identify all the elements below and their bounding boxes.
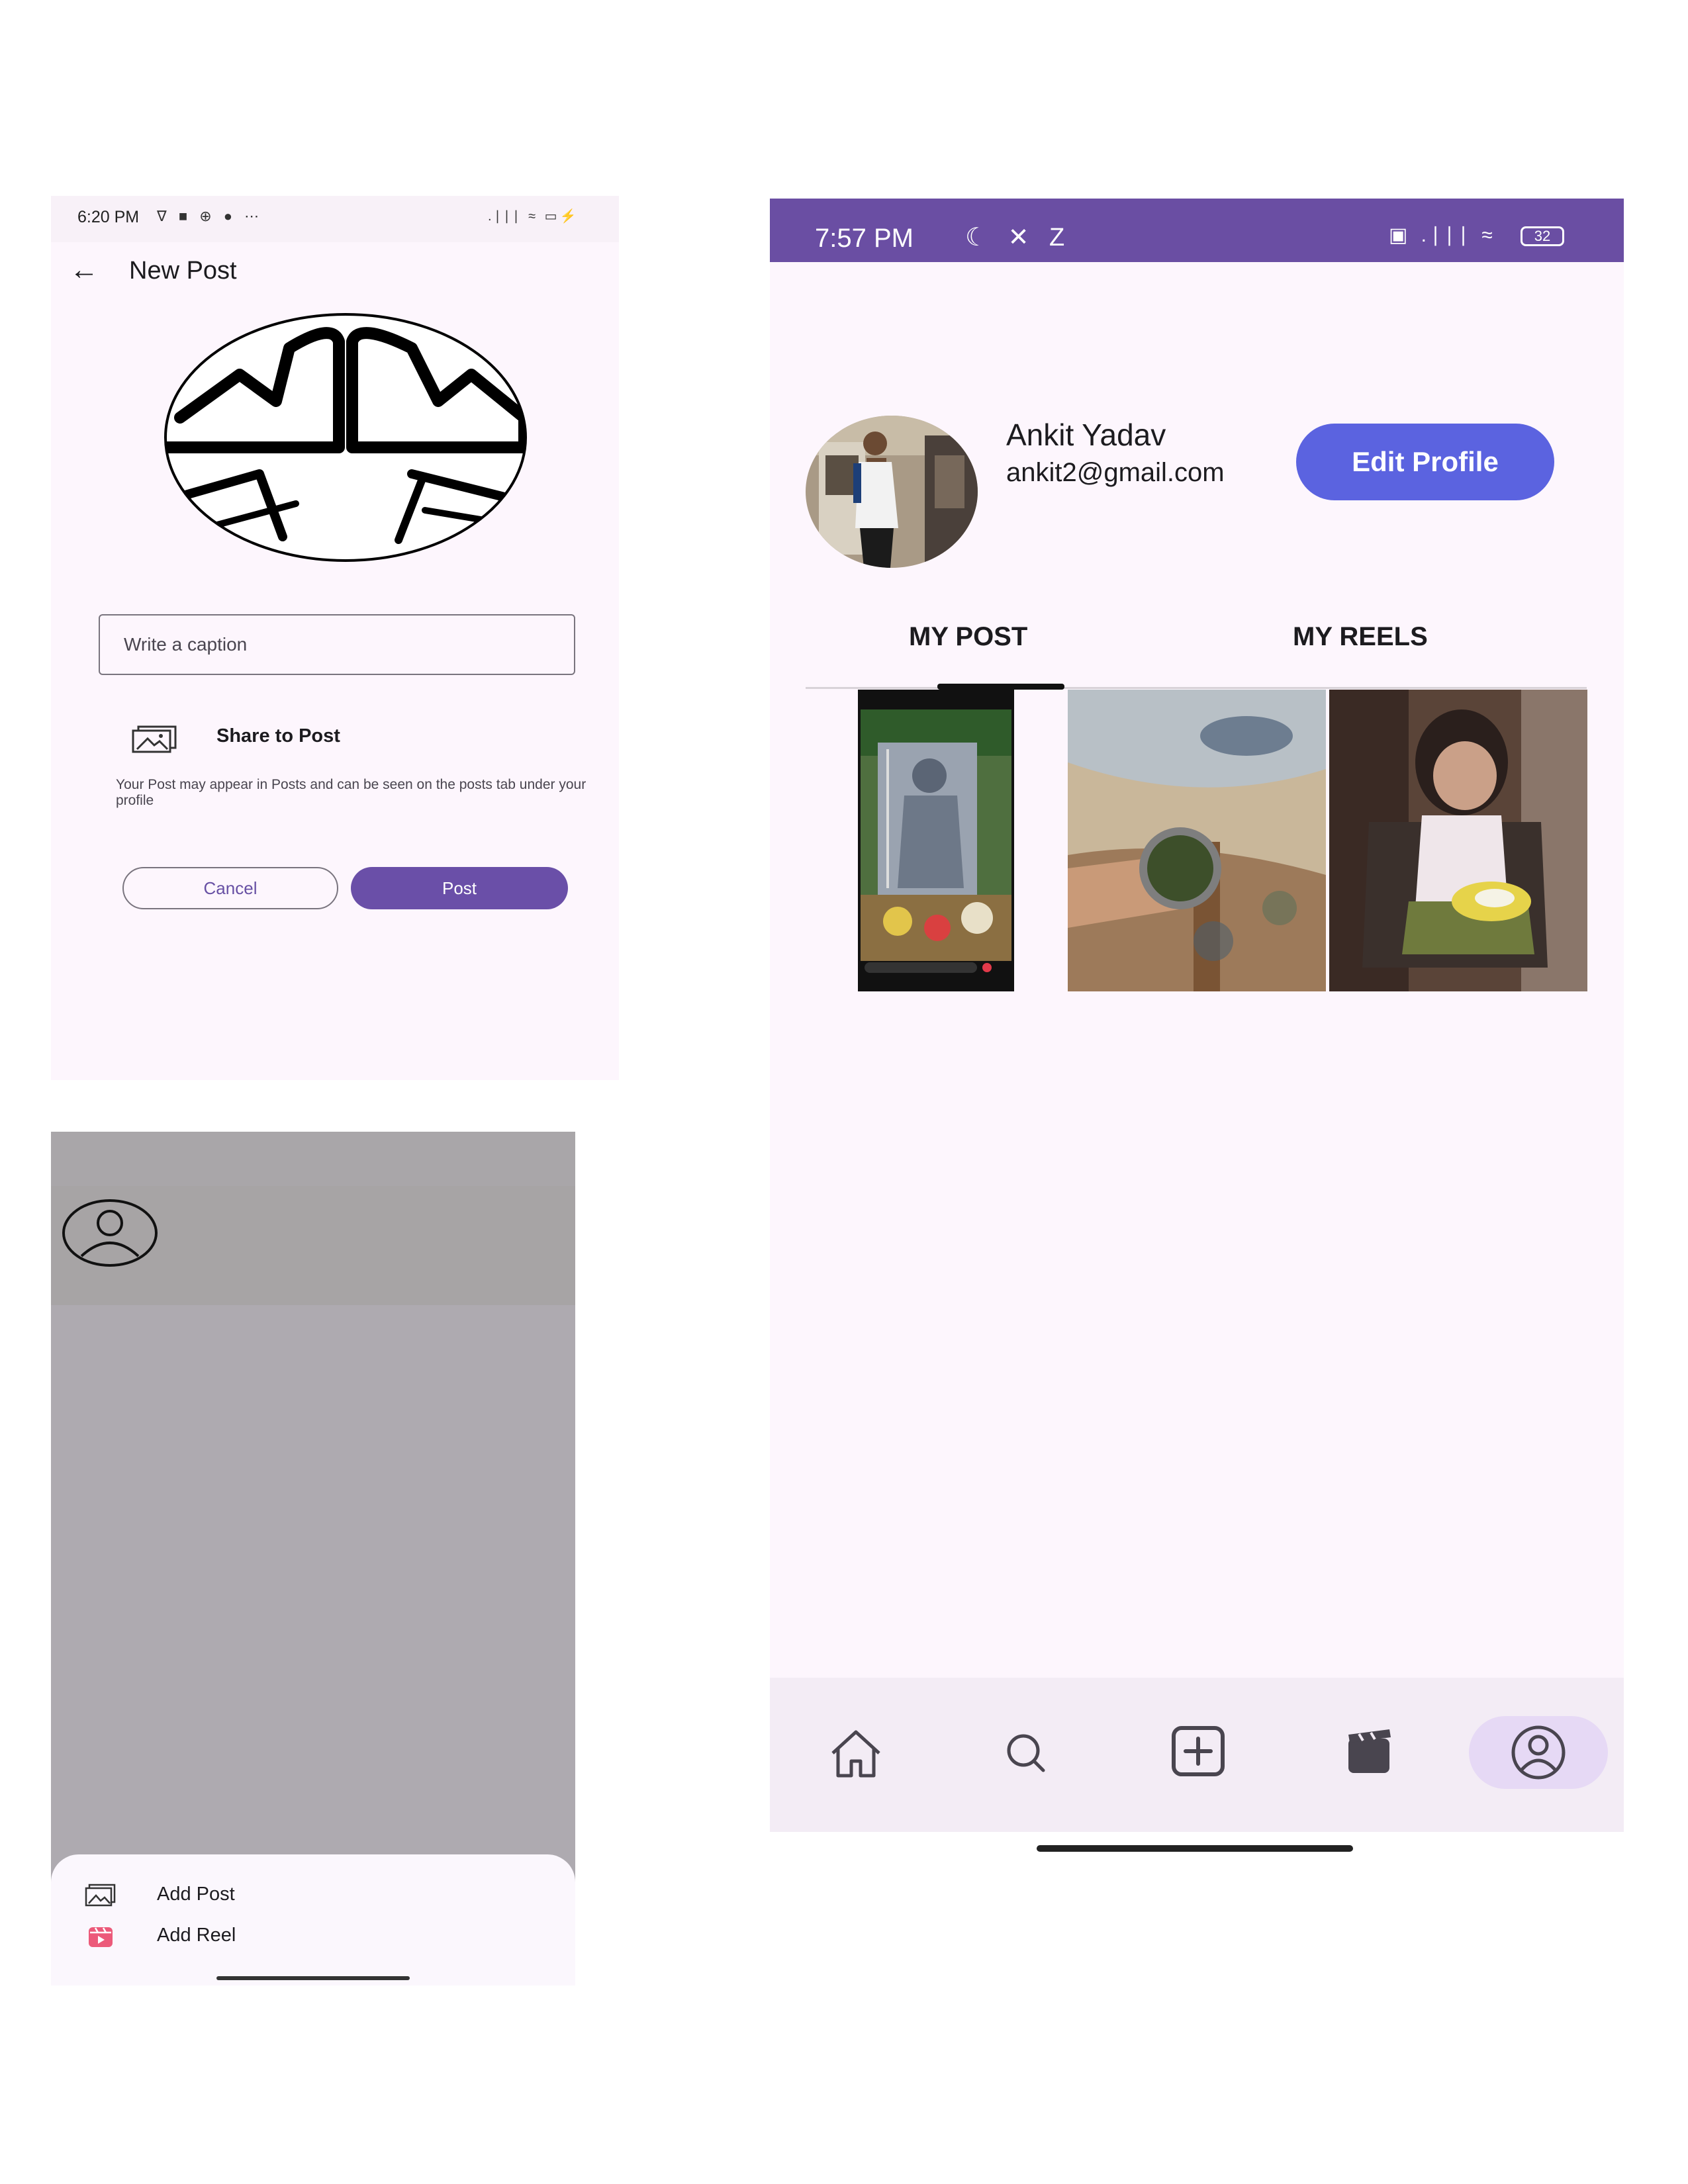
status-notification-icons: ∇ ■ ⊕ ● ⋯ [157, 208, 263, 224]
profile-icon [1511, 1725, 1566, 1780]
caption-input[interactable] [99, 614, 575, 675]
home-indicator [216, 1976, 410, 1980]
helper-text: Your Post may appear in Posts and can be… [116, 777, 586, 808]
add-post-item[interactable]: Add Post [77, 1877, 541, 1917]
tab-indicator [937, 684, 1064, 690]
status-time: 7:57 PM [815, 224, 914, 253]
status-system-icons: ▣ .∣∣∣ ≈ [1389, 224, 1497, 246]
bottom-sheet-screen: Add Post Add Reel [51, 1132, 575, 1985]
new-post-screen: 6:20 PM ∇ ■ ⊕ ● ⋯ .∣∣∣ ≈ ▭⚡ ← New Post S… [51, 196, 619, 1080]
tab-divider [806, 687, 1587, 689]
profile-name: Ankit Yadav [1006, 418, 1166, 452]
add-post-label: Add Post [157, 1884, 235, 1905]
profile-icon[interactable] [60, 1198, 160, 1268]
post-button[interactable]: Post [351, 867, 568, 909]
post-thumbnail[interactable] [1329, 690, 1587, 991]
home-icon[interactable] [806, 1716, 906, 1789]
page-title: New Post [129, 257, 237, 285]
add-icon[interactable] [1149, 1716, 1248, 1789]
post-thumbnail[interactable] [858, 690, 1014, 991]
share-to-post-label: Share to Post [216, 725, 340, 747]
add-reel-label: Add Reel [157, 1925, 236, 1946]
reel-icon [89, 1927, 113, 1947]
status-system-icons: .∣∣∣ ≈ ▭⚡ [488, 209, 579, 224]
image-icon [85, 1884, 116, 1907]
top-app-bar: ← New Post [51, 242, 619, 308]
image-icon [132, 725, 177, 753]
profile-screen: 7:57 PM ☾ ✕ Z ▣ .∣∣∣ ≈ 32 Ankit Yadav an… [770, 199, 1624, 1832]
profile-email: ankit2@gmail.com [1006, 458, 1225, 487]
bottom-navigation [770, 1678, 1624, 1832]
post-thumbnail[interactable] [1068, 690, 1326, 991]
status-bar: 6:20 PM ∇ ■ ⊕ ● ⋯ .∣∣∣ ≈ ▭⚡ [51, 196, 619, 242]
edit-profile-button[interactable]: Edit Profile [1296, 424, 1554, 500]
selected-image-preview[interactable] [160, 308, 531, 567]
home-indicator [1037, 1845, 1353, 1852]
cancel-button[interactable]: Cancel [122, 867, 338, 909]
nav-profile-tab[interactable] [1469, 1716, 1608, 1789]
add-reel-item[interactable]: Add Reel [77, 1918, 541, 1958]
tab-my-post[interactable]: MY POST [909, 622, 1027, 652]
search-icon[interactable] [977, 1716, 1076, 1789]
status-notification-icons: ☾ ✕ Z [965, 224, 1072, 251]
reels-icon[interactable] [1319, 1716, 1419, 1789]
battery-icon: 32 [1521, 226, 1564, 246]
status-time: 6:20 PM [77, 208, 140, 226]
status-bar-scrim [51, 1132, 575, 1186]
avatar[interactable] [806, 416, 978, 568]
status-bar: 7:57 PM ☾ ✕ Z ▣ .∣∣∣ ≈ 32 [770, 199, 1624, 262]
tab-my-reels[interactable]: MY REELS [1293, 622, 1428, 652]
back-arrow-icon[interactable]: ← [64, 250, 104, 290]
